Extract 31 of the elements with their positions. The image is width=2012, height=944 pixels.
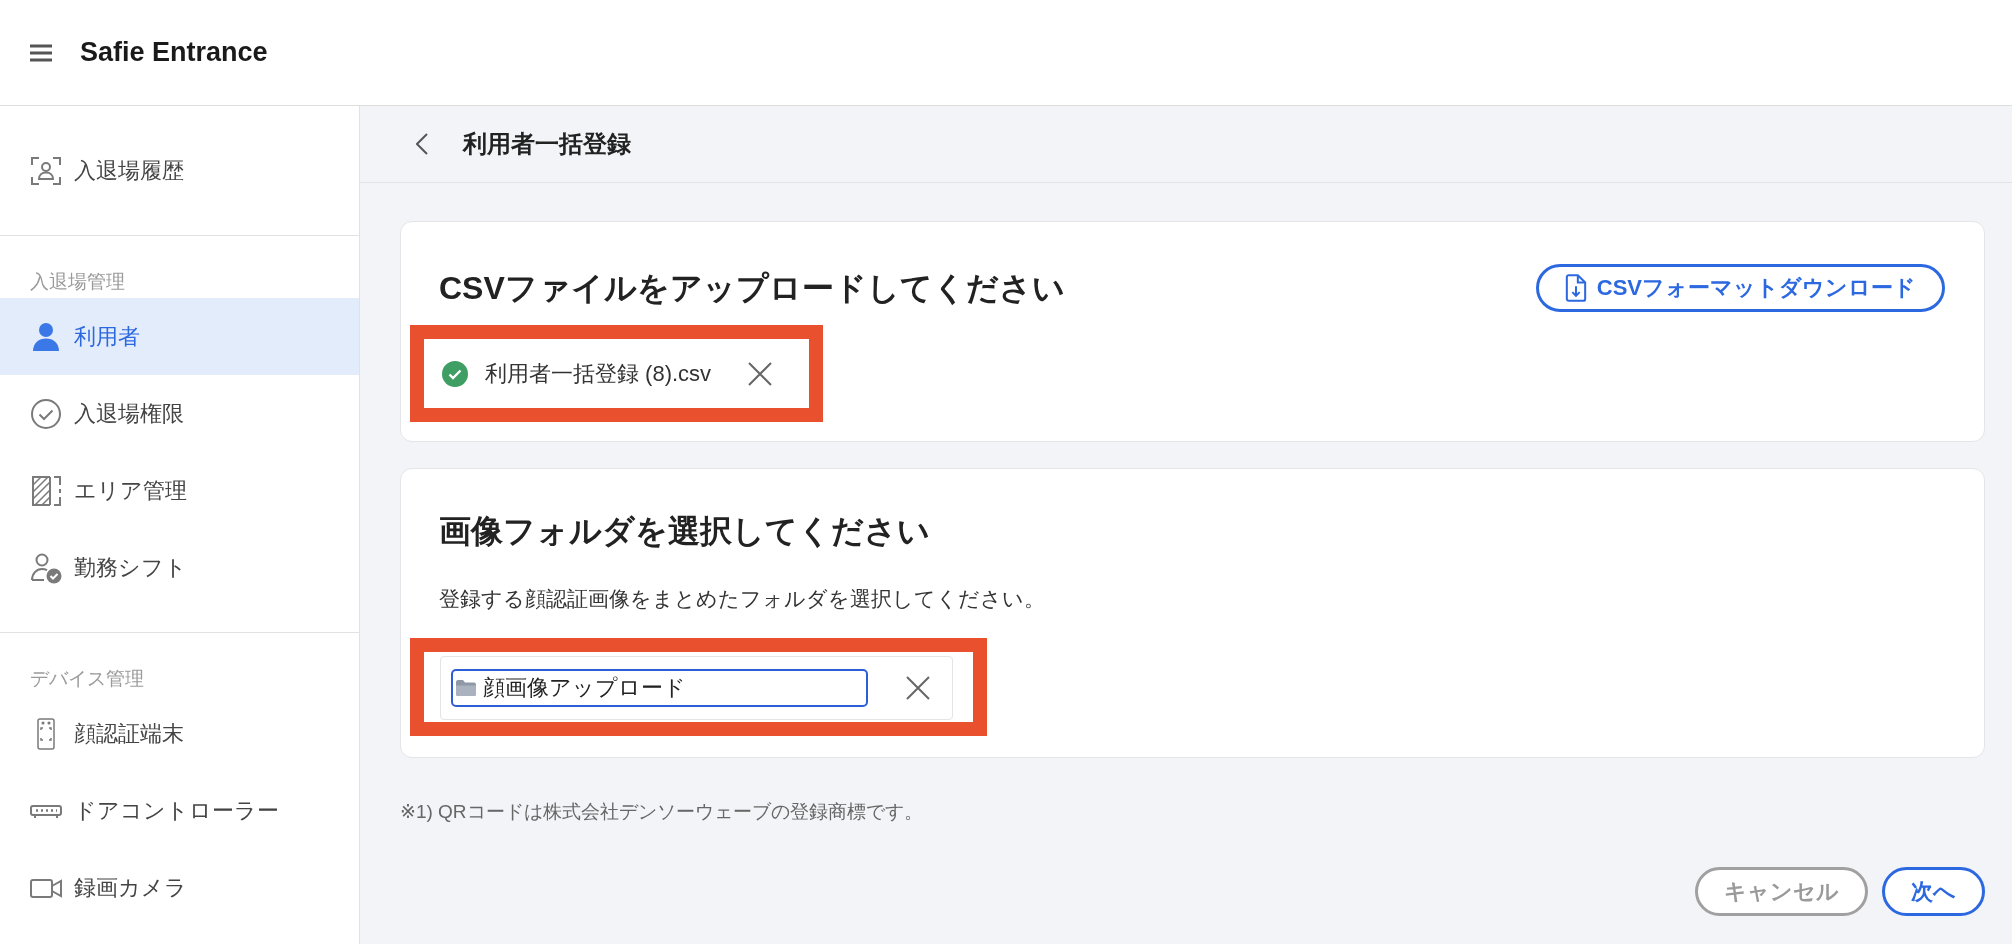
sidebar-item[interactable]: 入退場権限 [0, 375, 359, 452]
person-icon [30, 320, 62, 353]
face-scan-icon [30, 154, 62, 187]
sidebar-item[interactable]: 顔認証端末 [0, 695, 359, 772]
sidebar-item[interactable]: ドアコントローラー [0, 772, 359, 849]
back-icon[interactable] [416, 133, 428, 155]
sidebar-item[interactable]: 入退場履歴 [0, 132, 359, 209]
menu-icon[interactable] [30, 43, 52, 62]
sidebar-item[interactable]: エリア管理 [0, 452, 359, 529]
hatched-panel-icon [30, 474, 62, 507]
next-button[interactable]: 次へ [1882, 867, 1985, 916]
check-circle-icon [30, 397, 62, 430]
file-name: 利用者一括登録 (8).csv [485, 359, 712, 388]
card-title: 画像フォルダを選択してください [439, 512, 931, 551]
app-title: Safie Entrance [80, 37, 268, 68]
sidebar-item[interactable]: 録画カメラ [0, 849, 359, 926]
folder-icon [455, 679, 477, 697]
card-title: CSVファイルをアップロードしてください [439, 269, 1065, 308]
close-icon[interactable] [748, 361, 773, 386]
sidebar-item[interactable]: 勤務シフト [0, 529, 359, 606]
sidebar-item[interactable]: 利用者 [0, 298, 359, 375]
page-title: 利用者一括登録 [463, 129, 631, 159]
folder-field[interactable]: 顔画像アップロード [451, 669, 868, 707]
file-download-icon [1564, 274, 1587, 302]
footnote: ※1) QRコードは株式会社デンソーウェーブの登録商標です。 [400, 800, 924, 824]
download-button[interactable]: CSVフォーマットダウンロード [1535, 264, 1945, 312]
card-description: 登録する顔認証画像をまとめたフォルダを選択してください。 [439, 586, 1046, 612]
section-heading: 入退場管理 [29, 270, 126, 294]
section-heading: デバイス管理 [29, 667, 145, 691]
person-check-icon [30, 551, 62, 584]
close-icon[interactable] [906, 676, 930, 700]
